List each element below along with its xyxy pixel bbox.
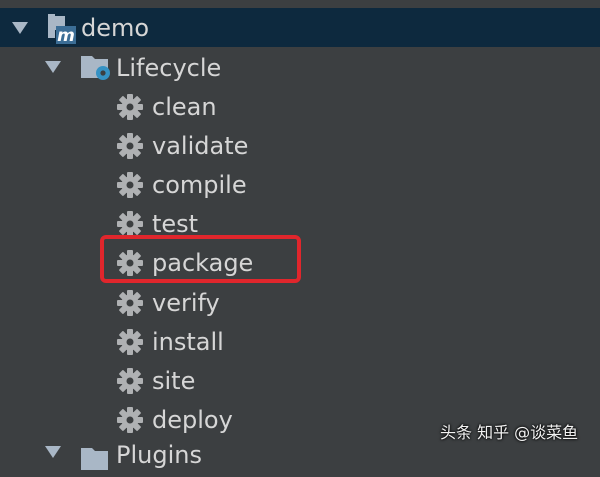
tree-row-demo[interactable]: m demo (0, 8, 600, 47)
phase-label: site (152, 367, 196, 395)
expand-arrow-icon[interactable] (12, 22, 28, 34)
lifecycle-folder-icon (81, 56, 110, 80)
phase-label: compile (152, 171, 247, 199)
expand-arrow-icon[interactable] (45, 446, 61, 458)
tree-row-phase-validate[interactable]: validate (0, 126, 600, 165)
annotation-highlight-box (100, 235, 301, 283)
gear-icon (117, 407, 143, 433)
maven-module-icon: m (48, 14, 76, 44)
maven-tree: m demo Lifecycle clean validate compile tes… (0, 0, 600, 470)
expand-arrow-icon[interactable] (45, 61, 61, 73)
gear-icon (117, 290, 143, 316)
tree-row-phase-compile[interactable]: compile (0, 165, 600, 204)
tree-row-phase-clean[interactable]: clean (0, 87, 600, 126)
plugins-folder-icon (81, 448, 108, 470)
watermark-text: 头条 知乎 @谈菜鱼 (440, 423, 579, 442)
project-name: demo (81, 14, 150, 42)
phase-label: validate (152, 132, 249, 160)
phase-label: install (152, 328, 224, 356)
phase-label: verify (152, 289, 220, 317)
gear-icon (117, 94, 143, 120)
tree-row-lifecycle[interactable]: Lifecycle (0, 47, 600, 86)
tree-row-phase-site[interactable]: site (0, 361, 600, 400)
tree-row-phase-verify[interactable]: verify (0, 283, 600, 322)
phase-label: test (152, 210, 199, 238)
gear-icon (117, 172, 143, 198)
gear-icon (117, 329, 143, 355)
tree-row-phase-install[interactable]: install (0, 322, 600, 361)
svg-text:m: m (57, 26, 75, 44)
gear-icon (117, 368, 143, 394)
phase-label: deploy (152, 406, 233, 434)
phase-label: clean (152, 93, 217, 121)
lifecycle-label: Lifecycle (116, 54, 222, 82)
gear-icon (117, 211, 143, 237)
gear-icon (117, 133, 143, 159)
plugins-label: Plugins (116, 441, 202, 469)
